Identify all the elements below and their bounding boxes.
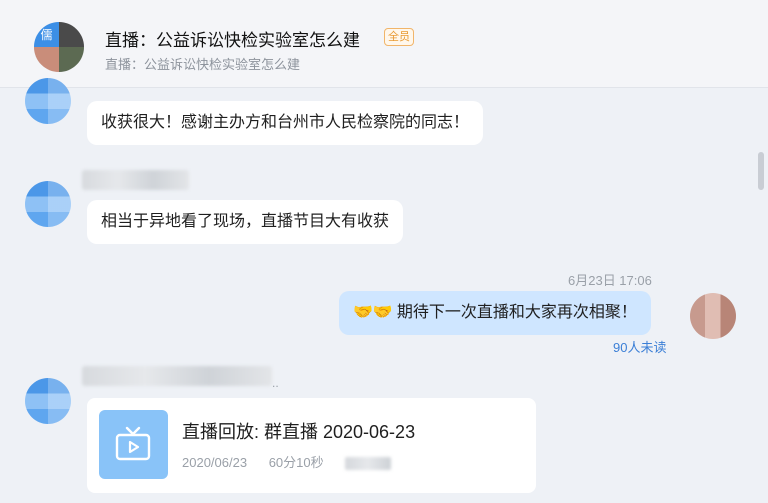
message-bubble[interactable]: 相当于异地看了现场，直播节目大有收获	[87, 200, 404, 244]
group-avatar[interactable]: 儒	[34, 22, 84, 72]
tv-icon	[99, 410, 168, 479]
message-text: 相当于异地看了现场，直播节目大有收获	[101, 213, 390, 230]
chat-title[interactable]: 直播：公益诉讼快检实验室怎么建	[105, 26, 360, 51]
member-badge: 全员	[384, 28, 414, 46]
sender-avatar[interactable]	[25, 378, 71, 424]
host-name-blurred	[345, 457, 392, 471]
group-avatar-tile	[59, 47, 84, 72]
self-message-bubble[interactable]: 🤝🤝 期待下一次直播和大家再次相聚！	[339, 291, 651, 335]
sender-avatar[interactable]	[25, 78, 71, 124]
group-avatar-tile	[34, 47, 59, 72]
group-avatar-tile: 儒	[34, 22, 59, 47]
sender-avatar[interactable]	[25, 181, 71, 227]
name-truncation: ..	[272, 376, 279, 390]
live-replay-card[interactable]: 直播回放: 群直播 2020-06-23 2020/06/23 60分10秒	[87, 398, 536, 493]
replay-duration: 60分10秒	[268, 455, 324, 470]
handshake-icon: 🤝🤝	[353, 304, 393, 321]
sender-name-blurred	[82, 170, 189, 190]
message-text: 收获很大！感谢主办方和台州市人民检察院的同志！	[101, 114, 470, 131]
replay-date: 2020/06/23	[182, 455, 248, 470]
chat-header: 儒 直播：公益诉讼快检实验室怎么建 全员 直播：公益诉讼快检实验室怎么建	[0, 0, 768, 88]
unread-count[interactable]: 90人未读	[613, 337, 666, 356]
replay-meta: 2020/06/23 60分10秒	[182, 452, 409, 471]
sender-name-blurred	[82, 366, 272, 386]
message-bubble[interactable]: 收获很大！感谢主办方和台州市人民检察院的同志！	[87, 101, 484, 145]
group-avatar-tile	[59, 22, 84, 47]
self-avatar[interactable]	[690, 293, 736, 339]
scrollbar-thumb[interactable]	[758, 152, 764, 190]
message-text: 期待下一次直播和大家再次相聚！	[396, 304, 637, 321]
chat-subtitle: 直播：公益诉讼快检实验室怎么建	[105, 57, 301, 72]
message-timestamp: 6月23日 17:06	[568, 273, 652, 288]
replay-title: 直播回放: 群直播 2020-06-23	[182, 422, 416, 442]
